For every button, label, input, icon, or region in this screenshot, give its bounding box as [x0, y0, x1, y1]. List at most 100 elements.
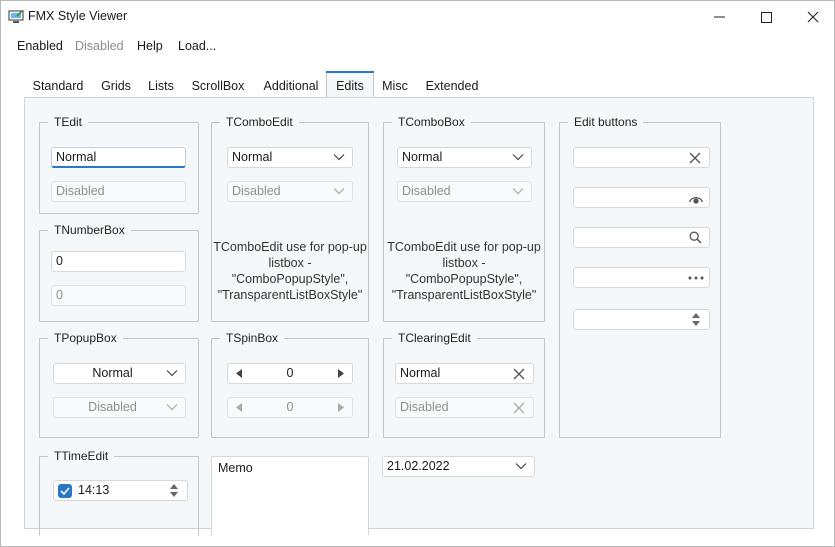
tcombobox-normal[interactable]: Normal [397, 147, 532, 168]
tcomboedit-label: TComboEdit [220, 115, 299, 129]
search-button-edit[interactable] [573, 227, 710, 248]
clear-button-edit[interactable] [573, 147, 710, 168]
chevron-down-icon[interactable] [515, 462, 527, 470]
tcomboedit-note: TComboEdit use for pop-up listbox - "Com… [212, 239, 368, 303]
chevron-down-icon [512, 188, 524, 195]
clear-icon [513, 402, 525, 413]
maximize-button[interactable] [743, 1, 789, 33]
edits-page: TEdit Normal Disabled TNumberBox 0 0 TPo… [24, 97, 814, 536]
spin-icon [692, 313, 700, 326]
tnumberbox-input[interactable]: 0 [51, 251, 186, 272]
chevron-down-icon [512, 154, 524, 161]
menu-item-help[interactable]: Help [137, 39, 163, 53]
tab-misc[interactable]: Misc [377, 73, 413, 98]
tedit-label: TEdit [48, 115, 89, 129]
tspinbox-value: 0 [286, 366, 294, 380]
tcomboedit-disabled-value: Disabled [232, 184, 281, 198]
ellipsis-button[interactable] [688, 270, 704, 285]
ellipsis-button-edit[interactable] [573, 267, 710, 288]
spin-left-icon[interactable] [236, 369, 242, 378]
memo-box[interactable]: Memo [211, 456, 369, 536]
tedit-normal-input[interactable]: Normal [51, 147, 186, 168]
tpopupbox-disabled[interactable]: Disabled [53, 397, 186, 418]
date-edit-value: 21.02.2022 [387, 459, 450, 473]
tedit-disabled-input[interactable]: Disabled [51, 181, 186, 202]
tcombobox-group: TComboBox Normal Disabled TComboEdit use… [383, 115, 545, 322]
tcombobox-disabled[interactable]: Disabled [397, 181, 532, 202]
tspinbox-group: TSpinBox 0 0 [211, 331, 369, 438]
minimize-icon [713, 16, 725, 18]
search-icon [689, 231, 702, 244]
note-line: listbox - [268, 256, 312, 270]
tpopupbox-disabled-value: Disabled [88, 400, 137, 414]
tpopupbox-normal[interactable]: Normal [53, 363, 186, 384]
note-line: "TransparentListBoxStyle" [217, 288, 363, 302]
clear-button [511, 400, 527, 415]
tspinbox-label: TSpinBox [220, 331, 285, 345]
close-icon [807, 11, 819, 23]
spin-button-edit[interactable] [573, 309, 710, 330]
clear-icon [689, 152, 701, 163]
chevron-down-icon [166, 404, 178, 411]
ellipsis-icon [688, 276, 704, 279]
clear-button[interactable] [511, 366, 527, 381]
minimize-button[interactable] [696, 1, 742, 33]
search-button[interactable] [687, 230, 703, 245]
note-line: "ComboPopupStyle", [231, 272, 349, 286]
spin-button[interactable] [688, 312, 704, 327]
clear-button[interactable] [687, 150, 703, 165]
tnumberbox-label: TNumberBox [48, 223, 131, 237]
ttimeedit-input[interactable]: 14:13 [53, 480, 188, 501]
tspinbox-input[interactable]: 0 [227, 363, 353, 384]
tab-scrollbox[interactable]: ScrollBox [187, 73, 249, 98]
editbuttons-group: Edit buttons [559, 115, 721, 438]
spin-left-icon [236, 403, 242, 412]
date-edit[interactable]: 21.02.2022 [382, 456, 535, 477]
window-title: FMX Style Viewer [28, 9, 128, 23]
tab-additional[interactable]: Additional [257, 73, 325, 98]
tcomboedit-normal[interactable]: Normal [227, 147, 353, 168]
note-line: TComboEdit use for pop-up [213, 240, 367, 254]
clear-icon [513, 368, 525, 379]
menu-item-enabled[interactable]: Enabled [17, 39, 63, 53]
tab-standard[interactable]: Standard [25, 73, 91, 98]
tclearingedit-disabled-value: Disabled [400, 400, 449, 414]
tclearingedit-label: TClearingEdit [392, 331, 477, 345]
note-line: "ComboPopupStyle", [405, 272, 523, 286]
tab-edits[interactable]: Edits [326, 71, 374, 98]
tab-extended[interactable]: Extended [421, 73, 483, 98]
ttimeedit-value: 14:13 [78, 483, 110, 497]
tspinbox-disabled-input[interactable]: 0 [227, 397, 353, 418]
spin-right-icon [338, 403, 344, 412]
tcombobox-note: TComboEdit use for pop-up listbox - "Com… [384, 239, 544, 303]
ttimeedit-group: TTimeEdit 14:13 [39, 449, 199, 536]
tclearingedit-group: TClearingEdit Normal Disabled [383, 331, 545, 438]
tcomboedit-group: TComboEdit Normal Disabled TComboEdit us… [211, 115, 369, 322]
menu-item-load[interactable]: Load... [178, 39, 216, 53]
app-window: FMX Style Viewer Enabled Disabled Help L… [0, 0, 835, 547]
title-bar: FMX Style Viewer [1, 1, 834, 33]
chevron-down-icon[interactable] [333, 153, 345, 161]
password-button-edit[interactable] [573, 187, 710, 208]
eye-icon [688, 196, 704, 204]
ttimeedit-label: TTimeEdit [48, 449, 115, 463]
tcomboedit-disabled[interactable]: Disabled [227, 181, 353, 202]
menu-bar: Enabled Disabled Help Load... [1, 35, 834, 57]
tab-grids[interactable]: Grids [95, 73, 137, 98]
tcombobox-label: TComboBox [392, 115, 471, 129]
note-line: TComboEdit use for pop-up [387, 240, 541, 254]
tclearingedit-input[interactable]: Normal [395, 363, 534, 384]
tspinbox-disabled-value: 0 [286, 400, 294, 414]
tcombobox-normal-value: Normal [402, 150, 443, 164]
menu-item-disabled[interactable]: Disabled [75, 39, 124, 53]
tnumberbox-disabled-input[interactable]: 0 [51, 285, 186, 306]
spin-updown-icon[interactable] [169, 483, 179, 498]
tpopupbox-group: TPopupBox Normal Disabled [39, 331, 199, 438]
ttimeedit-checkbox[interactable] [58, 484, 72, 498]
close-button[interactable] [790, 1, 835, 33]
password-button[interactable] [688, 190, 704, 205]
tab-lists[interactable]: Lists [143, 73, 179, 98]
spin-right-icon[interactable] [338, 369, 344, 378]
tclearingedit-disabled-input[interactable]: Disabled [395, 397, 534, 418]
editbuttons-label: Edit buttons [568, 115, 644, 129]
